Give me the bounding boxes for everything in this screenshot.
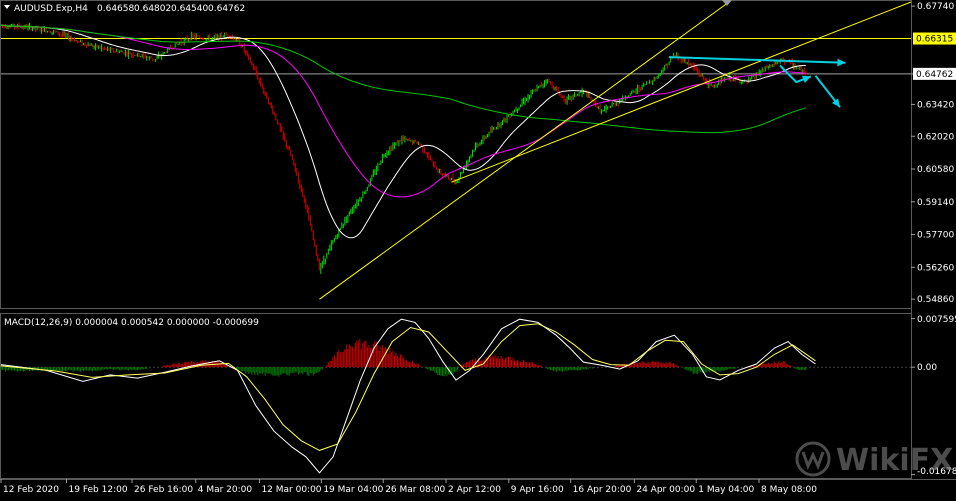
moving-average-line (0, 24, 806, 134)
time-tick-label: 2 Apr 12:00 (448, 485, 501, 495)
time-tick-label: 12 Mar 00:00 (261, 485, 321, 495)
wikifx-logo-mark (801, 451, 825, 470)
chart-window: 0.67740 0.64762 0.63420 0.62020 0.60580 0.591… (0, 0, 956, 497)
candlestick-series (0, 22, 807, 274)
time-tick-label: 12 Feb 2020 (3, 485, 59, 495)
chart-shift-marker-icon[interactable] (722, 0, 732, 6)
arrow-head-icon (837, 58, 846, 67)
price-axis: 0.67740 0.64762 0.63420 0.62020 0.60580 0.591… (911, 2, 954, 305)
price-tick-label: 0.60580 (917, 165, 954, 175)
wikifx-watermark: WikiFX (795, 441, 953, 478)
price-tick-label: 0.67740 (917, 2, 954, 12)
time-tick-label: 19 Mar 04:00 (323, 485, 383, 495)
price-tick-label: 0.54860 (917, 295, 954, 305)
wikifx-watermark-text: WikiFX (836, 443, 953, 478)
ohlc-high: 0.64802 (134, 4, 171, 14)
chart-canvas[interactable]: 0.67740 0.64762 0.63420 0.62020 0.60580 0.591… (0, 0, 956, 497)
macd-tick-label: 0.007595 (917, 315, 956, 325)
time-tick-label: 4 Mar 20:00 (198, 485, 253, 495)
trendline[interactable] (319, 1, 730, 300)
trendline[interactable] (451, 1, 912, 183)
time-tick-label: 1 May 04:00 (698, 485, 754, 495)
macd-histogram (0, 339, 807, 377)
price-tag-label: 0.66315 (916, 35, 953, 45)
macd-pane-frame (0, 313, 912, 479)
price-tag-label: 0.64762 (916, 70, 953, 80)
macd-tick-label: 0.00 (917, 363, 937, 373)
time-axis: 12 Feb 2020 19 Feb 12:00 26 Feb 16:00 4 Mar… (0, 479, 817, 495)
ohlc-low: 0.64540 (171, 4, 208, 14)
macd-lines (0, 318, 816, 474)
price-tick-label: 0.56260 (917, 263, 954, 273)
symbol-timeframe: AUDUSD.Exp,H4 (14, 4, 88, 14)
time-tick-label: 8 May 08:00 (761, 485, 817, 495)
moving-average-line (0, 24, 806, 198)
price-tick-label: 0.59140 (917, 198, 954, 208)
macd-title: MACD(12,26,9) 0.000004 0.000542 0.000000… (4, 318, 259, 328)
time-tick-label: 24 Apr 00:00 (636, 485, 695, 495)
time-tick-label: 9 Apr 16:00 (511, 485, 564, 495)
macd-line (0, 318, 816, 474)
time-tick-label: 26 Feb 16:00 (134, 485, 193, 495)
wikifx-logo-icon (795, 441, 831, 477)
macd-signal-line (0, 323, 816, 451)
collapse-triangle-icon[interactable] (4, 5, 10, 9)
ohlc-close: 0.64762 (208, 4, 245, 14)
ohlc-open: 0.64658 (97, 4, 134, 14)
time-tick-label: 26 Mar 08:00 (385, 485, 445, 495)
time-tick-label: 19 Feb 12:00 (69, 485, 128, 495)
price-tick-label: 0.63420 (917, 100, 954, 110)
price-tick-label: 0.57700 (917, 231, 954, 241)
time-tick-label: 16 Apr 20:00 (573, 485, 632, 495)
trendlines (319, 1, 912, 300)
main-pane-frame (0, 0, 912, 309)
chart-header: AUDUSD.Exp,H4 0.64658 0.64802 0.64540 0.… (4, 4, 245, 14)
price-tick-label: 0.62020 (917, 132, 954, 142)
